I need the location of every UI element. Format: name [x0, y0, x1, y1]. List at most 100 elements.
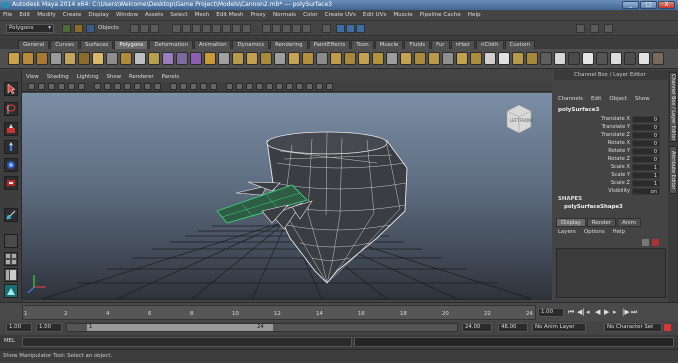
poly-sphere-icon[interactable] — [8, 52, 20, 65]
menu-normals[interactable]: Normals — [273, 12, 296, 18]
shelf-tab-toon[interactable]: Toon — [351, 40, 374, 49]
new-layer-icon[interactable] — [642, 239, 649, 246]
rotate-tool-icon[interactable] — [4, 158, 18, 172]
layer-menu-help[interactable]: Help — [613, 229, 625, 235]
channel-box-side-tab[interactable]: Channel Box / Layer Editor — [669, 72, 677, 142]
playback-start-field[interactable]: 1.00 — [36, 323, 62, 332]
save-scene-icon[interactable] — [86, 24, 95, 33]
make-live-icon[interactable] — [302, 24, 311, 33]
insert-edge-loop-icon[interactable] — [330, 52, 342, 65]
attribute-row[interactable]: Scale Y1 — [560, 172, 660, 180]
select-surfaces-icon[interactable] — [202, 24, 211, 33]
panel-menu-lighting[interactable]: Lighting — [77, 74, 99, 80]
attribute-value[interactable]: 0 — [632, 156, 660, 163]
cannon-mesh[interactable] — [266, 131, 408, 284]
menu-pipeline-cache[interactable]: Pipeline Cache — [420, 12, 461, 18]
panel-menu-show[interactable]: Show — [107, 74, 122, 80]
select-dynamics-icon[interactable] — [222, 24, 231, 33]
layer-tab-render[interactable]: Render — [586, 218, 617, 227]
grease-pencil-icon[interactable] — [78, 83, 85, 90]
shelf-tab-fluids[interactable]: Fluids — [404, 40, 431, 49]
attribute-row[interactable]: Translate Z0 — [560, 132, 660, 140]
channel-box-menu-edit[interactable]: Edit — [591, 96, 601, 102]
show-hide-tool-settings-icon[interactable] — [590, 24, 599, 33]
safe-action-icon[interactable] — [144, 83, 151, 90]
extract-icon[interactable] — [204, 52, 216, 65]
show-manipulator-tool-icon[interactable] — [4, 208, 18, 222]
shelf-tab-custom[interactable]: Custom — [504, 40, 536, 49]
mirror-geometry-icon[interactable] — [274, 52, 286, 65]
poke-icon[interactable] — [442, 52, 454, 65]
construction-history-icon[interactable] — [322, 24, 331, 33]
attribute-value[interactable]: 0 — [632, 140, 660, 147]
minimize-button[interactable]: _ — [622, 1, 639, 9]
menu-mesh[interactable]: Mesh — [195, 12, 210, 18]
auto-keyframe-icon[interactable] — [664, 324, 671, 331]
attribute-value[interactable]: 0 — [632, 116, 660, 123]
menu-window[interactable]: Window — [116, 12, 138, 18]
render-settings-icon[interactable] — [356, 24, 365, 33]
four-view-layout-icon[interactable] — [4, 252, 18, 266]
resolution-gate-icon[interactable] — [114, 83, 121, 90]
automatic-mapping-icon[interactable] — [582, 52, 594, 65]
cylindrical-mapping-icon[interactable] — [554, 52, 566, 65]
screen-space-ao-icon[interactable] — [236, 83, 243, 90]
show-hide-attribute-editor-icon[interactable] — [576, 24, 585, 33]
menu-display[interactable]: Display — [88, 12, 109, 18]
select-curves-icon[interactable] — [192, 24, 201, 33]
menu-edit-mesh[interactable]: Edit Mesh — [216, 12, 243, 18]
attribute-value[interactable]: on — [632, 188, 660, 195]
scale-tool-icon[interactable] — [4, 176, 18, 190]
menu-file[interactable]: File — [3, 12, 12, 18]
reverse-normals-icon[interactable] — [638, 52, 650, 65]
snap-view-plane-icon[interactable] — [292, 24, 301, 33]
panel-menu-renderer[interactable]: Renderer — [129, 74, 154, 80]
shadows-icon[interactable] — [226, 83, 233, 90]
attribute-row[interactable]: Translate Y0 — [560, 124, 660, 132]
shelf-tab-rendering[interactable]: Rendering — [270, 40, 308, 49]
viewport-2-icon[interactable] — [316, 83, 323, 90]
layer-tab-display[interactable]: Display — [556, 218, 586, 227]
collapse-icon[interactable] — [428, 52, 440, 65]
channel-box-menu-channels[interactable]: Channels — [558, 96, 583, 102]
film-gate-icon[interactable] — [104, 83, 111, 90]
shelf-tab-polygons[interactable]: Polygons — [114, 40, 149, 49]
layer-menu-options[interactable]: Options — [584, 229, 605, 235]
panel-menu-view[interactable]: View — [26, 74, 39, 80]
average-vertices-icon[interactable] — [498, 52, 510, 65]
isolate-select-icon[interactable] — [276, 83, 283, 90]
new-layer-selected-icon[interactable] — [652, 239, 659, 246]
attribute-value[interactable]: 1 — [632, 172, 660, 179]
shelf-tab-animation[interactable]: Animation — [194, 40, 232, 49]
move-tool-icon[interactable] — [4, 140, 18, 154]
offset-edge-loop-icon[interactable] — [344, 52, 356, 65]
menu-select[interactable]: Select — [170, 12, 187, 18]
select-misc-icon[interactable] — [242, 24, 251, 33]
textured-icon[interactable] — [200, 83, 207, 90]
xray-active-components-icon[interactable] — [296, 83, 303, 90]
step-back-key-icon[interactable]: ◀| — [577, 308, 586, 317]
smooth-icon[interactable] — [218, 52, 230, 65]
xray-icon[interactable] — [286, 83, 293, 90]
paint-select-tool-icon[interactable] — [4, 122, 18, 136]
close-button[interactable]: X — [658, 1, 675, 9]
boolean-union-icon[interactable] — [232, 52, 244, 65]
outliner-layout-icon[interactable] — [4, 284, 18, 298]
menu-edit-uvs[interactable]: Edit UVs — [363, 12, 386, 18]
mode-selector[interactable]: Polygons ▾ — [6, 24, 54, 33]
shelf-tab-deformation[interactable]: Deformation — [149, 40, 193, 49]
ipr-render-icon[interactable] — [346, 24, 355, 33]
poly-platonic-icon[interactable] — [162, 52, 174, 65]
attribute-row[interactable]: Scale X1 — [560, 164, 660, 172]
poly-helix-icon[interactable] — [134, 52, 146, 65]
gate-mask-icon[interactable] — [124, 83, 131, 90]
attribute-value[interactable]: 0 — [632, 124, 660, 131]
range-slider-handle[interactable] — [87, 324, 273, 331]
step-forward-key-icon[interactable]: |▶ — [622, 308, 631, 317]
combine-icon[interactable] — [176, 52, 188, 65]
new-scene-icon[interactable] — [62, 24, 71, 33]
play-forwards-icon[interactable]: ▶ — [604, 308, 613, 317]
panel-menu-panels[interactable]: Panels — [162, 74, 179, 80]
xray-joints-icon[interactable] — [306, 83, 313, 90]
harden-edge-icon[interactable] — [624, 52, 636, 65]
